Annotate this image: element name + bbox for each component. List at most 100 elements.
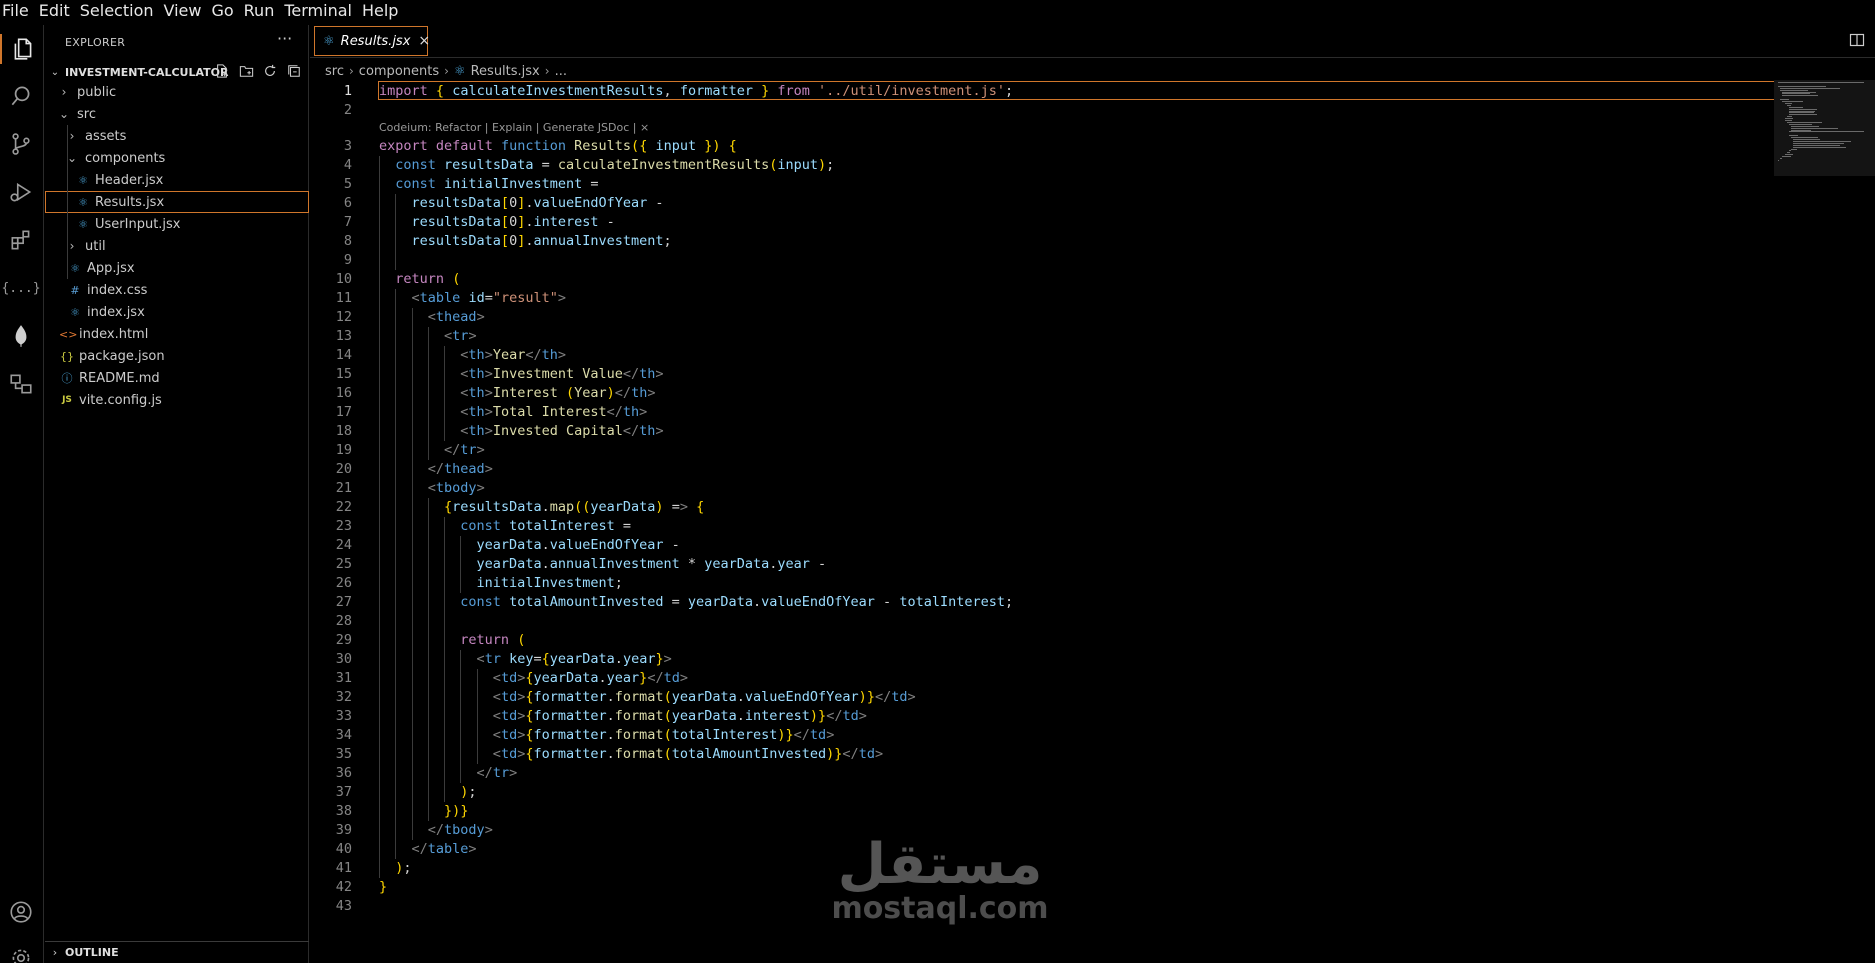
minimap-line	[1789, 108, 1817, 110]
code-line[interactable]: import { calculateInvestmentResults, for…	[379, 82, 1013, 101]
mongodb-leaf-icon[interactable]	[6, 321, 36, 351]
new-file-icon[interactable]	[213, 62, 231, 80]
code-line[interactable]: const totalAmountInvested = yearData.val…	[379, 593, 1013, 612]
menu-bar: File Edit Selection View Go Run Terminal…	[0, 0, 1875, 24]
tab-label: Results.jsx	[340, 33, 411, 49]
tree-file-vite-config-js[interactable]: JS vite.config.js	[45, 389, 309, 411]
indent-guide	[411, 307, 413, 840]
search-icon[interactable]	[6, 81, 36, 111]
code-line[interactable]: </table>	[379, 840, 477, 859]
tree-file-index-html[interactable]: <> index.html	[45, 323, 309, 345]
code-line[interactable]: })}	[379, 802, 468, 821]
minimap-line	[1782, 101, 1804, 102]
code-line[interactable]: return (	[379, 631, 525, 650]
run-debug-icon[interactable]	[6, 177, 36, 207]
minimap-line	[1780, 87, 1840, 89]
project-name: INVESTMENT-CALCULATOR	[65, 65, 229, 79]
breadcrumb-item[interactable]: components	[359, 64, 439, 79]
code-line[interactable]: <table id="result">	[379, 289, 567, 308]
remote-explorer-icon[interactable]	[6, 369, 36, 399]
code-line[interactable]: const initialInvestment =	[379, 175, 598, 194]
code-line[interactable]: );	[379, 859, 411, 878]
code-line[interactable]: <th>Investment Value</th>	[379, 365, 663, 384]
project-folder-header[interactable]: ⌄ INVESTMENT-CALCULATOR	[45, 61, 309, 83]
code-line[interactable]: <td>{formatter.format(yearData.interest)…	[379, 707, 867, 726]
code-line[interactable]: initialInvestment;	[379, 574, 623, 593]
code-line[interactable]: <td>{yearData.year}</td>	[379, 669, 688, 688]
settings-gear-icon[interactable]	[6, 943, 36, 963]
tree-label: Results.jsx	[95, 194, 165, 210]
code-line[interactable]: <th>Year</th>	[379, 346, 566, 365]
menu-selection[interactable]: Selection	[77, 0, 161, 24]
hash-icon: #	[70, 283, 80, 297]
split-editor-icon[interactable]	[1849, 32, 1867, 50]
tree-file-index-css[interactable]: # index.css	[45, 279, 309, 301]
code-editor[interactable]: Codeium: Refactor | Explain | Generate J…	[310, 80, 1875, 963]
codeium-codelens[interactable]: Codeium: Refactor | Explain | Generate J…	[379, 120, 649, 136]
refresh-icon[interactable]	[261, 62, 279, 80]
tree-file-header-jsx[interactable]: ⚛ Header.jsx	[45, 169, 309, 191]
more-actions-icon[interactable]: ···	[277, 29, 292, 48]
menu-go[interactable]: Go	[208, 0, 240, 24]
tree-folder-util[interactable]: › util	[45, 235, 309, 257]
code-line[interactable]: <th>Invested Capital</th>	[379, 422, 663, 441]
tree-folder-components[interactable]: ⌄ components	[45, 147, 309, 169]
tree-file-results-jsx[interactable]: ⚛ Results.jsx	[45, 191, 309, 213]
code-line[interactable]: const totalInterest =	[379, 517, 631, 536]
code-line[interactable]: <th>Total Interest</th>	[379, 403, 647, 422]
line-number: 31	[335, 669, 352, 686]
tree-folder-assets[interactable]: › assets	[45, 125, 309, 147]
tree-file-index-jsx[interactable]: ⚛ index.jsx	[45, 301, 309, 323]
code-line[interactable]: <td>{formatter.format(totalAmountInveste…	[379, 745, 883, 764]
minimap[interactable]	[1774, 80, 1875, 176]
code-line[interactable]: const resultsData = calculateInvestmentR…	[379, 156, 834, 175]
menu-run[interactable]: Run	[241, 0, 282, 24]
minimap-line	[1786, 121, 1822, 123]
json-braces-icon[interactable]: {...}	[1, 273, 40, 303]
menu-view[interactable]: View	[161, 0, 209, 24]
minimap-line	[1784, 154, 1794, 156]
code-line[interactable]: <tr key={yearData.year}>	[379, 650, 672, 669]
menu-help[interactable]: Help	[359, 0, 405, 24]
code-line[interactable]: export default function Results({ input …	[379, 137, 737, 156]
line-number: 35	[335, 745, 352, 762]
menu-edit[interactable]: Edit	[36, 0, 77, 24]
code-line[interactable]: resultsData[0].valueEndOfYear -	[379, 194, 664, 213]
code-line[interactable]: <td>{formatter.format(totalInterest)}</t…	[379, 726, 835, 745]
breadcrumb-item[interactable]: ...	[555, 64, 567, 79]
tree-file-app-jsx[interactable]: ⚛ App.jsx	[45, 257, 309, 279]
code-line[interactable]: </tr>	[379, 764, 518, 783]
tree-folder-src[interactable]: ⌄ src	[45, 103, 309, 125]
tree-file-package-json[interactable]: {} package.json	[45, 345, 309, 367]
menu-file[interactable]: File	[0, 0, 36, 24]
line-number: 1	[343, 83, 352, 99]
line-number: 36	[335, 764, 352, 781]
watermark-arabic: مستقل	[837, 832, 1043, 897]
code-line[interactable]: return (	[379, 270, 460, 289]
source-control-icon[interactable]	[6, 129, 36, 159]
breadcrumb-item[interactable]: Results.jsx	[471, 64, 540, 79]
menu-terminal[interactable]: Terminal	[281, 0, 359, 24]
code-line[interactable]: }	[379, 878, 387, 897]
breadcrumb-item[interactable]: src	[325, 64, 344, 79]
new-folder-icon[interactable]	[237, 62, 255, 80]
code-line[interactable]: yearData.valueEndOfYear -	[379, 536, 680, 555]
tree-folder-public[interactable]: › public	[45, 81, 309, 103]
code-line[interactable]: <th>Interest (Year)</th>	[379, 384, 655, 403]
code-line[interactable]: yearData.annualInvestment * yearData.yea…	[379, 555, 827, 574]
tree-file-readme-md[interactable]: ⓘ README.md	[45, 367, 309, 389]
react-icon: ⚛	[78, 173, 88, 187]
code-line[interactable]: resultsData[0].interest -	[379, 213, 615, 232]
line-number: 27	[335, 593, 352, 610]
collapse-all-icon[interactable]	[285, 62, 303, 80]
explorer-icon[interactable]	[0, 34, 44, 64]
account-icon[interactable]	[6, 897, 36, 927]
minimap-line	[1784, 120, 1793, 121]
tree-file-userinput-jsx[interactable]: ⚛ UserInput.jsx	[45, 213, 309, 235]
outline-section-header[interactable]: › OUTLINE	[45, 941, 309, 963]
close-icon[interactable]: ×	[418, 33, 430, 49]
tab-results-jsx[interactable]: ⚛ Results.jsx ×	[314, 26, 430, 56]
code-line[interactable]: resultsData[0].annualInvestment;	[379, 232, 672, 251]
line-number: 25	[335, 555, 352, 572]
extensions-icon[interactable]	[6, 225, 36, 255]
